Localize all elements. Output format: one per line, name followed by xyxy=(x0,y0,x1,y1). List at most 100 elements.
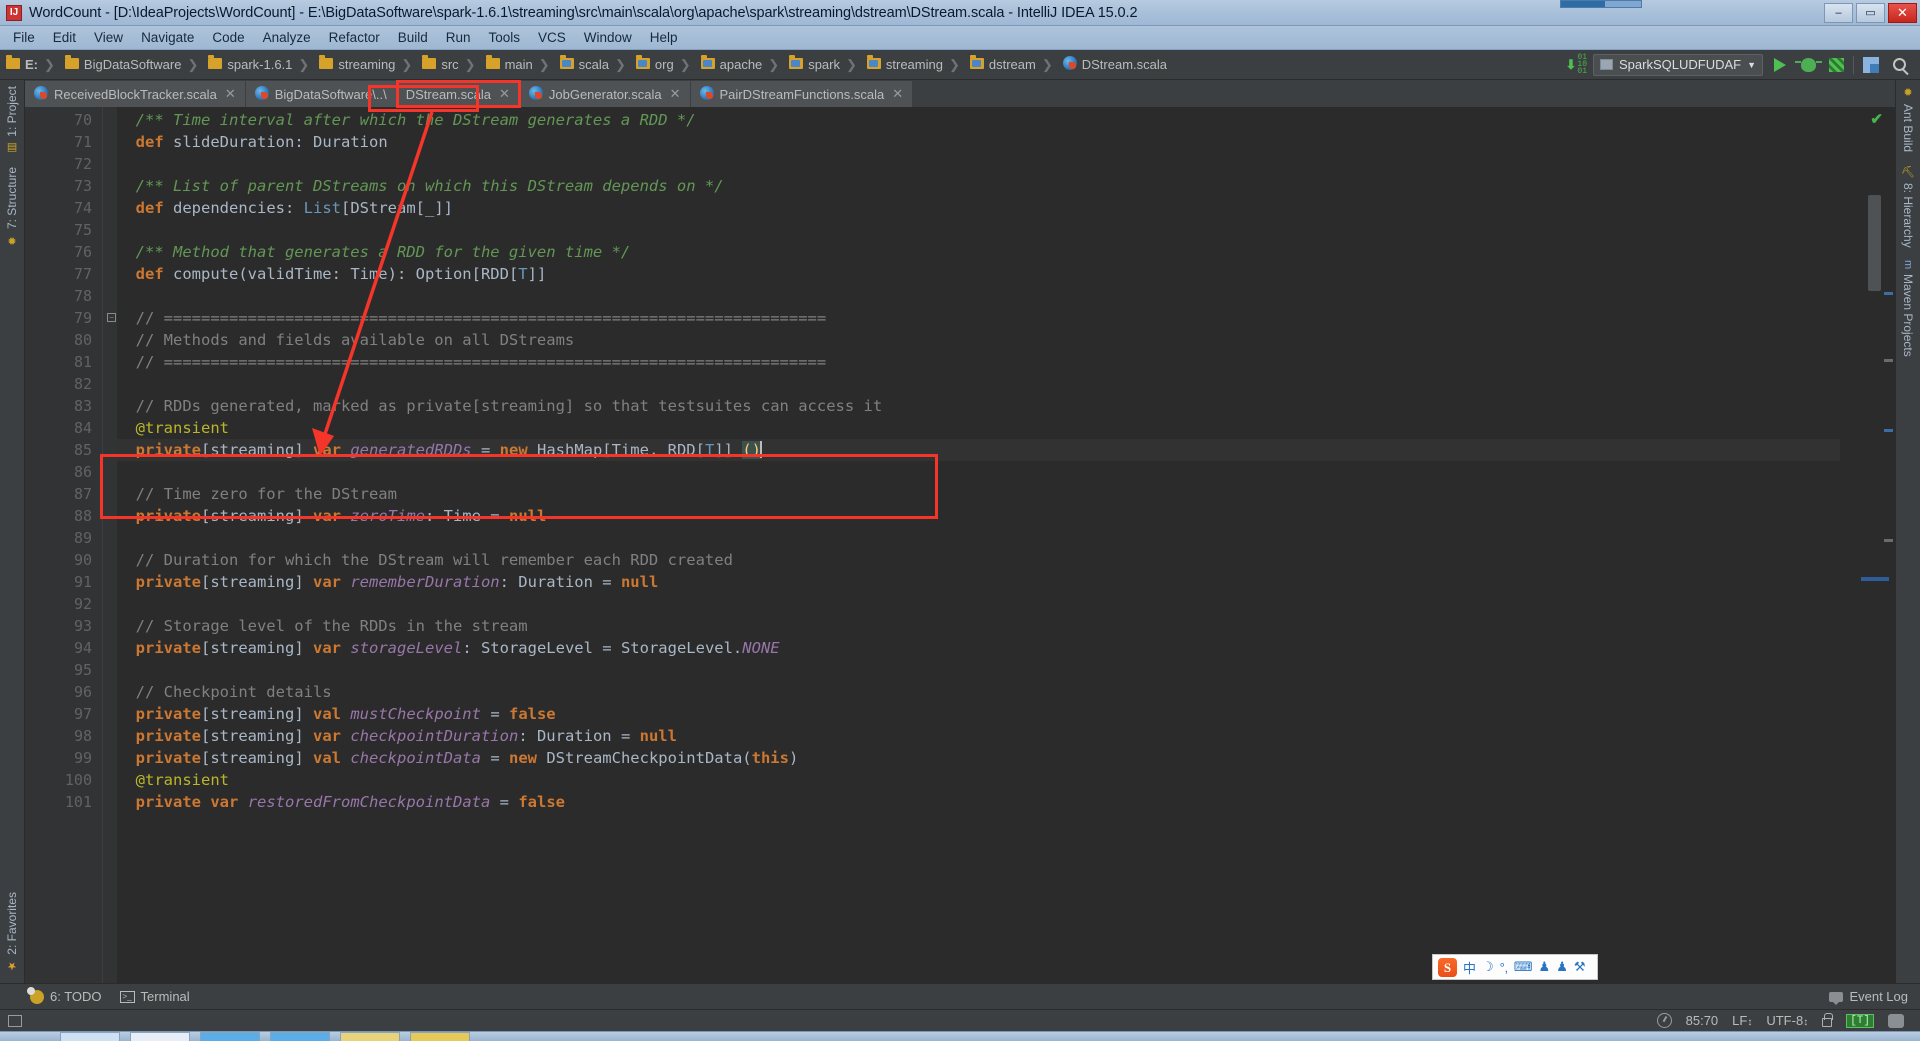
breadcrumb-item-spark[interactable]: spark ❯ xyxy=(783,54,861,76)
code-line[interactable]: /** List of parent DStreams on which thi… xyxy=(117,175,1840,197)
code-line[interactable]: // =====================================… xyxy=(117,307,1840,329)
memory-gauge-icon[interactable] xyxy=(1656,1013,1672,1028)
tool-window-1project[interactable]: ▤ 1: Project xyxy=(0,80,24,161)
user-icon[interactable] xyxy=(1888,1013,1904,1028)
breadcrumb-item-org[interactable]: org ❯ xyxy=(630,54,695,76)
sogou-ime-toolbar[interactable]: S 中 ☽ °‚ ⌨ ♟ ♟ ⚒ xyxy=(1432,954,1598,980)
code-line[interactable]: /** Method that generates a RDD for the … xyxy=(117,241,1840,263)
coverage-button[interactable] xyxy=(1825,54,1847,76)
breadcrumb-item-e[interactable]: E: ❯ xyxy=(0,54,59,76)
code-line[interactable]: def slideDuration: Duration xyxy=(117,131,1840,153)
tool-window-7structure[interactable]: ✹ 7: Structure xyxy=(0,161,24,253)
line-separator[interactable]: LF↕ xyxy=(1732,1013,1752,1028)
code-editor[interactable]: 70 71 72 73 74 75 76 77 78 79 80 81 82 83 84 85 86 87 88 89… xyxy=(25,107,1895,983)
editor-tab-dstreamscala[interactable]: DStream.scala ✕ xyxy=(395,80,521,108)
line-number-gutter[interactable]: 70 71 72 73 74 75 76 77 78 79 80 81 82 83 84 85 86 87 88 89… xyxy=(25,107,103,983)
debug-button[interactable] xyxy=(1794,54,1822,76)
stripe-marker[interactable] xyxy=(1884,292,1893,295)
fold-marker-icon[interactable]: − xyxy=(107,313,116,322)
editor-scrollbar-thumb[interactable] xyxy=(1868,195,1881,291)
run-button[interactable] xyxy=(1769,54,1791,76)
menu-item-run[interactable]: Run xyxy=(437,28,480,47)
taskbar-item[interactable] xyxy=(410,1032,470,1041)
code-line[interactable]: // RDDs generated, marked as private[str… xyxy=(117,395,1840,417)
code-line[interactable]: private[streaming] var checkpointDuratio… xyxy=(117,725,1840,747)
search-everywhere-button[interactable] xyxy=(1888,54,1910,76)
breadcrumb-item-bigdatasoftware[interactable]: BigDataSoftware ❯ xyxy=(59,54,202,76)
code-line[interactable]: private[streaming] var rememberDuration:… xyxy=(117,571,1840,593)
event-log-button[interactable]: Event Log xyxy=(1829,989,1908,1005)
menu-item-help[interactable]: Help xyxy=(641,28,687,47)
code-line[interactable]: @transient xyxy=(117,769,1840,791)
close-tab-icon[interactable]: ✕ xyxy=(225,86,236,102)
code-line[interactable]: private[streaming] val mustCheckpoint = … xyxy=(117,703,1840,725)
code-line[interactable] xyxy=(117,659,1840,681)
code-line[interactable]: /** Time interval after which the DStrea… xyxy=(117,109,1840,131)
taskbar-item[interactable] xyxy=(60,1032,120,1041)
taskbar-item[interactable] xyxy=(270,1032,330,1041)
editor-tab-bigdatasoftware[interactable]: BigDataSoftware\..\ xyxy=(245,81,397,107)
caret-position[interactable]: 85:70 xyxy=(1686,1013,1719,1028)
tool-window-terminal[interactable]: >_ Terminal xyxy=(119,989,190,1004)
tool-window-antbuild[interactable]: ✹ Ant Build xyxy=(1896,80,1920,158)
chevron-down-icon[interactable]: ▼ xyxy=(1747,60,1756,70)
run-configuration-selector[interactable]: SparkSQLUDFUDAF ▼ xyxy=(1593,53,1763,76)
editor-tab-jobgeneratorscala[interactable]: JobGenerator.scala ✕ xyxy=(519,81,691,107)
code-line[interactable]: private[streaming] var zeroTime: Time = … xyxy=(117,505,1840,527)
stripe-marker[interactable] xyxy=(1884,429,1893,432)
menu-item-file[interactable]: File xyxy=(4,28,44,47)
breadcrumb-item-apache[interactable]: apache ❯ xyxy=(695,54,784,76)
code-line[interactable]: // =====================================… xyxy=(117,351,1840,373)
code-line[interactable]: private var restoredFromCheckpointData =… xyxy=(117,791,1840,813)
code-line[interactable] xyxy=(117,219,1840,241)
breadcrumb-item-dstream[interactable]: dstream ❯ xyxy=(964,54,1057,76)
code-line[interactable]: @transient xyxy=(117,417,1840,439)
menu-item-code[interactable]: Code xyxy=(203,28,253,47)
menu-item-navigate[interactable]: Navigate xyxy=(132,28,203,47)
taskbar-item[interactable] xyxy=(340,1032,400,1041)
code-line[interactable]: // Methods and fields available on all D… xyxy=(117,329,1840,351)
error-stripe-marker-bar[interactable]: ✔ xyxy=(1840,107,1895,983)
taskbar-item[interactable] xyxy=(200,1032,260,1041)
ime-button-0[interactable]: 中 xyxy=(1463,958,1476,977)
editor-tab-pairdstreamfunctionsscala[interactable]: PairDStreamFunctions.scala ✕ xyxy=(690,81,914,107)
update-project-icon[interactable]: ⬇ 01 10 01 xyxy=(1565,54,1587,76)
breadcrumb-item-scala[interactable]: scala ❯ xyxy=(554,54,630,76)
code-line[interactable]: private[streaming] val checkpointData = … xyxy=(117,747,1840,769)
ime-button-6[interactable]: ⚒ xyxy=(1574,959,1586,975)
status-toggle-toolbar-button[interactable] xyxy=(0,1014,30,1027)
breadcrumb-item-spark161[interactable]: spark-1.6.1 ❯ xyxy=(202,54,313,76)
breadcrumb-item-streaming[interactable]: streaming ❯ xyxy=(861,54,964,76)
close-tab-icon[interactable]: ✕ xyxy=(670,86,681,102)
code-line[interactable]: // Time zero for the DStream xyxy=(117,483,1840,505)
editor-tab-receivedblocktrackerscala[interactable]: ReceivedBlockTracker.scala ✕ xyxy=(25,81,246,107)
source-code-text[interactable]: /** Time interval after which the DStrea… xyxy=(117,107,1840,983)
unlocked-icon[interactable] xyxy=(1822,1013,1834,1027)
breadcrumb-item-streaming[interactable]: streaming ❯ xyxy=(313,54,416,76)
code-folding-column[interactable]: − xyxy=(103,107,117,983)
indent-badge[interactable]: [T] xyxy=(1846,1013,1874,1028)
tool-window-mavenprojects[interactable]: m Maven Projects xyxy=(1896,254,1920,363)
code-line[interactable]: def compute(validTime: Time): Option[RDD… xyxy=(117,263,1840,285)
breadcrumb-item-src[interactable]: src ❯ xyxy=(416,54,479,76)
close-tab-icon[interactable]: ✕ xyxy=(499,86,510,102)
menu-item-vcs[interactable]: VCS xyxy=(529,28,575,47)
tool-window-2favorites[interactable]: ★ 2: Favorites xyxy=(0,886,24,979)
tool-window-8hierarchy[interactable]: ⛏ 8: Hierarchy xyxy=(1896,158,1920,254)
code-line[interactable] xyxy=(117,461,1840,483)
code-line[interactable] xyxy=(117,285,1840,307)
close-tab-icon[interactable]: ✕ xyxy=(892,86,903,102)
menu-item-tools[interactable]: Tools xyxy=(480,28,530,47)
breadcrumb-item-main[interactable]: main ❯ xyxy=(480,54,554,76)
menu-item-build[interactable]: Build xyxy=(389,28,437,47)
code-line[interactable]: // Duration for which the DStream will r… xyxy=(117,549,1840,571)
stripe-marker[interactable] xyxy=(1861,577,1889,581)
code-line[interactable] xyxy=(117,373,1840,395)
maximize-button[interactable]: ▭ xyxy=(1856,2,1885,23)
minimize-button[interactable]: – xyxy=(1824,2,1853,23)
sogou-logo-icon[interactable]: S xyxy=(1438,957,1457,977)
ime-button-5[interactable]: ♟ xyxy=(1556,959,1568,975)
ime-button-1[interactable]: ☽ xyxy=(1482,959,1494,975)
ime-button-2[interactable]: °‚ xyxy=(1500,960,1508,975)
stripe-marker[interactable] xyxy=(1884,359,1893,362)
